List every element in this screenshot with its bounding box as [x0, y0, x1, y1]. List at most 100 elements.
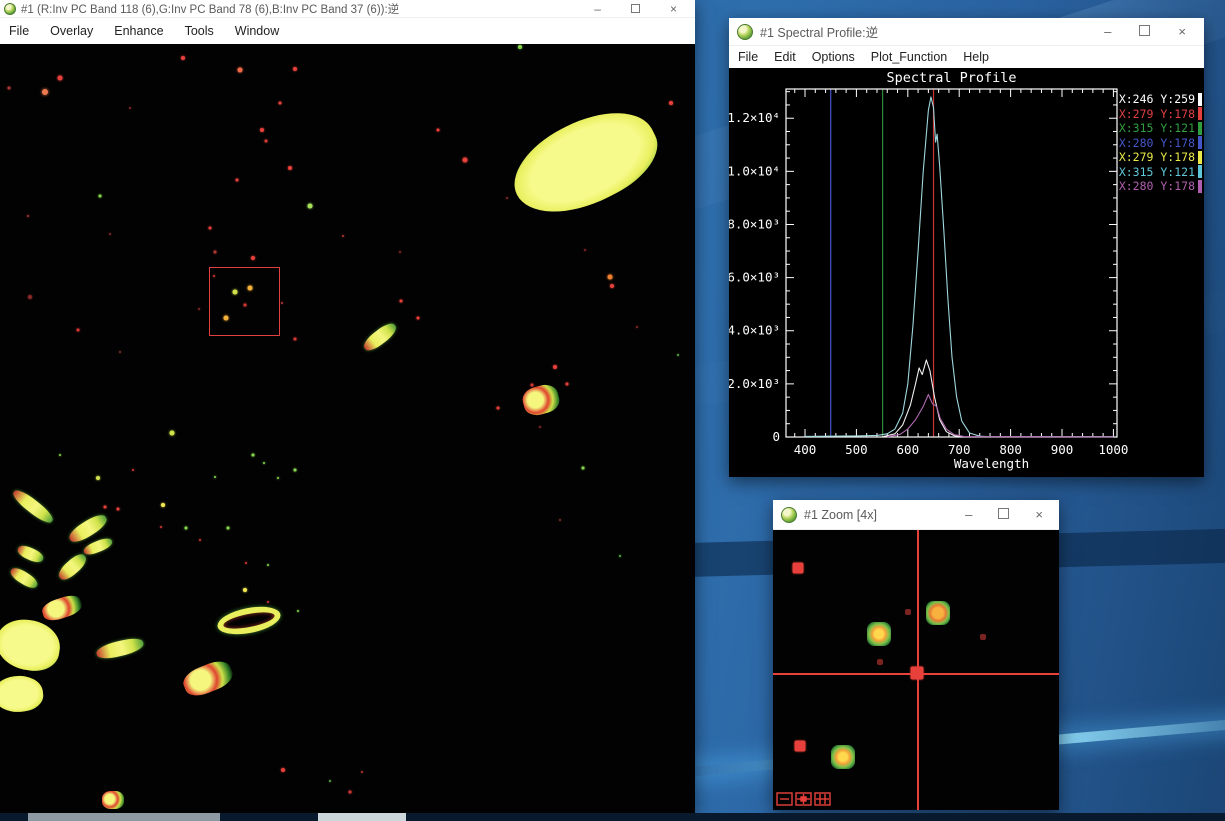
image-spot [342, 235, 344, 237]
image-display-area[interactable] [0, 44, 695, 813]
image-spot [132, 469, 134, 471]
svg-text:Wavelength: Wavelength [954, 456, 1029, 471]
windows-taskbar[interactable] [0, 813, 1225, 821]
svg-text:8.0×10³: 8.0×10³ [729, 216, 780, 231]
menu-item-edit[interactable]: Edit [774, 50, 796, 64]
image-spot [584, 249, 586, 251]
maximize-icon[interactable] [1139, 24, 1150, 39]
image-spot [277, 477, 279, 479]
image-spot [437, 129, 440, 132]
image-spot [129, 107, 131, 109]
image-particle [55, 551, 89, 583]
menu-item-overlay[interactable]: Overlay [50, 24, 93, 38]
zoom-window-titlebar[interactable]: #1 Zoom [4x] – × [773, 500, 1059, 530]
image-spot [251, 256, 255, 260]
image-spot [293, 67, 297, 71]
image-particle [15, 543, 45, 565]
svg-text:400: 400 [794, 442, 817, 457]
image-spot [329, 780, 331, 782]
image-spot [281, 302, 283, 304]
spectral-profile-window: #1 Spectral Profile:逆 – × File Edit Option… [729, 18, 1204, 477]
svg-text:0: 0 [772, 429, 780, 444]
image-particle [82, 535, 114, 556]
spectral-window-title: #1 Spectral Profile:逆 [760, 22, 878, 41]
image-spot [59, 454, 61, 456]
zoom-control-buttons [776, 791, 832, 807]
image-spot [109, 233, 111, 235]
image-spot [209, 227, 212, 230]
legend-entry: X:279 Y:178 [1119, 107, 1202, 122]
image-spot [619, 555, 621, 557]
menu-item-file[interactable]: File [9, 24, 29, 38]
image-spot [77, 329, 80, 332]
image-spot [349, 791, 352, 794]
close-icon[interactable]: × [1035, 507, 1043, 522]
image-spot [199, 539, 201, 541]
minimize-icon[interactable]: – [965, 507, 972, 522]
zoom-window-title: #1 Zoom [4x] [804, 508, 877, 522]
image-spot [566, 383, 569, 386]
minimize-icon[interactable]: – [594, 2, 601, 16]
image-spot [252, 454, 255, 457]
menu-item-window[interactable]: Window [235, 24, 279, 38]
svg-text:1000: 1000 [1098, 442, 1128, 457]
image-spot [233, 290, 238, 295]
image-spot [227, 527, 230, 530]
image-spot [161, 503, 165, 507]
main-window-titlebar[interactable]: #1 (R:Inv PC Band 118 (6),G:Inv PC Band … [0, 0, 695, 18]
maximize-icon[interactable] [998, 507, 1009, 522]
image-spot [610, 284, 614, 288]
svg-text:Spectral Profile: Spectral Profile [886, 70, 1016, 86]
image-particle [180, 656, 236, 700]
image-spot [294, 469, 297, 472]
menu-item-file[interactable]: File [738, 50, 758, 64]
spectral-window-titlebar[interactable]: #1 Spectral Profile:逆 – × [729, 18, 1204, 46]
svg-text:500: 500 [845, 442, 868, 457]
taskbar-item[interactable] [28, 813, 220, 821]
image-particle [8, 565, 40, 591]
maximize-icon[interactable] [631, 2, 640, 16]
menu-item-plot_function[interactable]: Plot_Function [871, 50, 947, 64]
menu-item-help[interactable]: Help [963, 50, 989, 64]
zoom-spot [926, 601, 950, 625]
envi-app-icon [781, 507, 797, 523]
svg-text:900: 900 [1051, 442, 1074, 457]
main-image-window: #1 (R:Inv PC Band 118 (6),G:Inv PC Band … [0, 0, 695, 813]
image-spot [214, 251, 217, 254]
image-spot [214, 476, 216, 478]
image-spot [181, 56, 185, 60]
image-spot [506, 197, 508, 199]
image-spot [42, 89, 48, 95]
legend-entry: X:315 Y:121 [1119, 121, 1202, 136]
zoom-display-area[interactable] [773, 530, 1059, 810]
image-spot [308, 204, 313, 209]
image-spot [238, 68, 243, 73]
close-icon[interactable]: × [1178, 24, 1186, 39]
image-spot [297, 610, 299, 612]
zoom-spot [911, 667, 924, 680]
envi-app-icon [4, 3, 16, 15]
image-spot [119, 351, 121, 353]
zoom-selection-box[interactable] [209, 267, 280, 336]
image-spot [58, 76, 63, 81]
minimize-icon[interactable]: – [1104, 24, 1111, 39]
image-particle [40, 592, 84, 623]
menu-item-options[interactable]: Options [812, 50, 855, 64]
image-spot [267, 564, 269, 566]
image-spot [361, 771, 363, 773]
image-spot [417, 317, 420, 320]
image-spot [677, 354, 679, 356]
zoom-spot [831, 745, 855, 769]
image-spot [236, 179, 239, 182]
spectral-plot-area[interactable]: Spectral Profile4005006007008009001000Wa… [729, 68, 1204, 477]
menu-item-enhance[interactable]: Enhance [114, 24, 163, 38]
legend-entry: X:280 Y:178 [1119, 136, 1202, 151]
menu-item-tools[interactable]: Tools [185, 24, 214, 38]
zoom-spot [877, 659, 883, 665]
close-icon[interactable]: × [670, 2, 677, 16]
image-spot [244, 304, 247, 307]
plot-legend: X:246 Y:259X:279 Y:178X:315 Y:121X:280 Y… [1119, 92, 1202, 194]
taskbar-item[interactable] [318, 813, 406, 821]
image-spot [96, 476, 100, 480]
image-particle [10, 486, 56, 526]
